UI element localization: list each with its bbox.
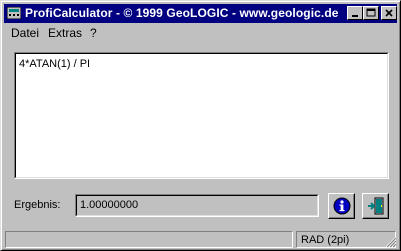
info-icon bbox=[333, 197, 351, 215]
expression-input[interactable]: 4*ATAN(1) / PI bbox=[14, 52, 389, 179]
calculator-app-icon[interactable] bbox=[7, 7, 21, 19]
maximize-icon bbox=[366, 8, 376, 17]
angle-mode-status: RAD (2pi) bbox=[301, 234, 350, 246]
resize-grip-icon[interactable] bbox=[385, 236, 397, 248]
status-panel-main bbox=[5, 231, 293, 248]
result-value: 1.00000000 bbox=[80, 199, 139, 211]
expression-input-frame: 4*ATAN(1) / PI bbox=[15, 53, 388, 178]
close-button[interactable] bbox=[381, 6, 397, 20]
minimize-button[interactable] bbox=[347, 6, 363, 20]
result-field-frame: 1.00000000 bbox=[76, 195, 318, 216]
menu-bar: Datei Extras ? bbox=[5, 24, 397, 42]
result-field: 1.00000000 bbox=[75, 194, 319, 217]
menu-datei[interactable]: Datei bbox=[11, 26, 39, 40]
menu-extras-label: Extras bbox=[48, 26, 83, 40]
exit-icon bbox=[368, 197, 384, 215]
exit-button[interactable] bbox=[362, 193, 389, 219]
expression-text: 4*ATAN(1) / PI bbox=[19, 58, 91, 70]
app-window: ProfiCalculator - © 1999 GeoLOGIC - www.… bbox=[0, 0, 401, 251]
status-panel-mode: RAD (2pi) bbox=[296, 231, 396, 248]
close-icon bbox=[385, 9, 393, 17]
window-title: ProfiCalculator - © 1999 GeoLOGIC - www.… bbox=[25, 6, 339, 20]
title-bar[interactable]: ProfiCalculator - © 1999 GeoLOGIC - www.… bbox=[4, 4, 397, 23]
maximize-button[interactable] bbox=[363, 6, 379, 20]
menu-extras[interactable]: Extras bbox=[48, 26, 82, 40]
menu-help-label: ? bbox=[90, 26, 97, 40]
result-label: Ergebnis: bbox=[14, 199, 61, 211]
menu-help[interactable]: ? bbox=[90, 26, 97, 40]
info-button[interactable] bbox=[328, 193, 355, 219]
status-bar: RAD (2pi) bbox=[3, 230, 398, 249]
minimize-icon bbox=[352, 15, 358, 17]
menu-datei-label: Datei bbox=[11, 26, 40, 40]
